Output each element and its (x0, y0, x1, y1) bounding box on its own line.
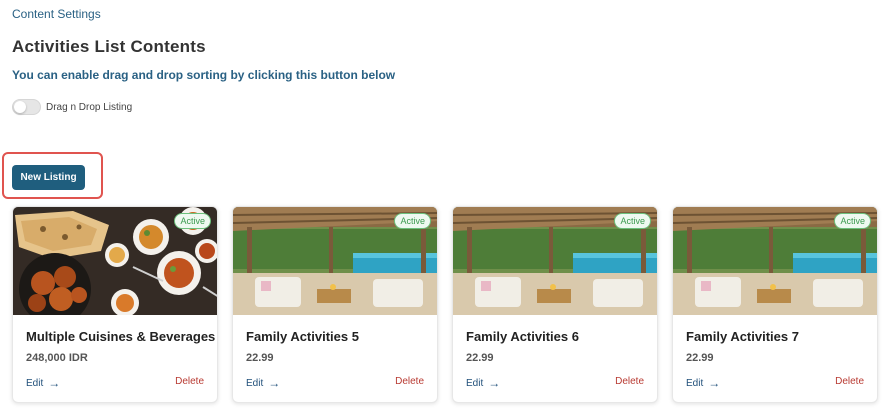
card-title: Family Activities 6 (466, 329, 579, 344)
new-listing-button[interactable]: New Listing (12, 165, 85, 190)
status-badge: Active (394, 213, 431, 229)
edit-label: Edit (246, 377, 264, 389)
listing-card: Active Family Activities 6 22.99 Edit → … (452, 206, 658, 403)
status-badge: Active (834, 213, 871, 229)
card-title: Multiple Cuisines & Beverages (26, 329, 216, 344)
breadcrumb[interactable]: Content Settings (12, 7, 101, 21)
listing-card: Active Multiple Cuisines & Beverages 248… (12, 206, 218, 403)
page-title: Activities List Contents (12, 37, 206, 56)
card-price: 22.99 (686, 352, 714, 364)
card-title: Family Activities 5 (246, 329, 359, 344)
card-title: Family Activities 7 (686, 329, 799, 344)
card-price: 22.99 (246, 352, 274, 364)
arrow-right-icon: → (488, 376, 501, 390)
card-price: 248,000 IDR (26, 352, 88, 364)
drag-drop-toggle-label: Drag n Drop Listing (46, 101, 133, 113)
edit-label: Edit (26, 377, 44, 389)
delete-link[interactable]: Delete (395, 376, 424, 387)
drag-drop-toggle-row: Drag n Drop Listing (12, 99, 132, 115)
edit-link[interactable]: Edit → (686, 376, 720, 390)
toggle-knob (14, 101, 26, 113)
edit-label: Edit (686, 377, 704, 389)
drag-drop-hint: You can enable drag and drop sorting by … (12, 68, 396, 82)
arrow-right-icon: → (268, 376, 281, 390)
edit-link[interactable]: Edit → (466, 376, 500, 390)
delete-link[interactable]: Delete (175, 376, 204, 387)
status-badge: Active (614, 213, 651, 229)
edit-link[interactable]: Edit → (26, 376, 60, 390)
listing-card: Active Family Activities 7 22.99 Edit → … (672, 206, 878, 403)
card-price: 22.99 (466, 352, 494, 364)
edit-label: Edit (466, 377, 484, 389)
listing-card: Active Family Activities 5 22.99 Edit → … (232, 206, 438, 403)
delete-link[interactable]: Delete (835, 376, 864, 387)
edit-link[interactable]: Edit → (246, 376, 280, 390)
status-badge: Active (174, 213, 211, 229)
delete-link[interactable]: Delete (615, 376, 644, 387)
arrow-right-icon: → (48, 376, 61, 390)
drag-drop-toggle[interactable] (12, 99, 41, 115)
arrow-right-icon: → (708, 376, 721, 390)
